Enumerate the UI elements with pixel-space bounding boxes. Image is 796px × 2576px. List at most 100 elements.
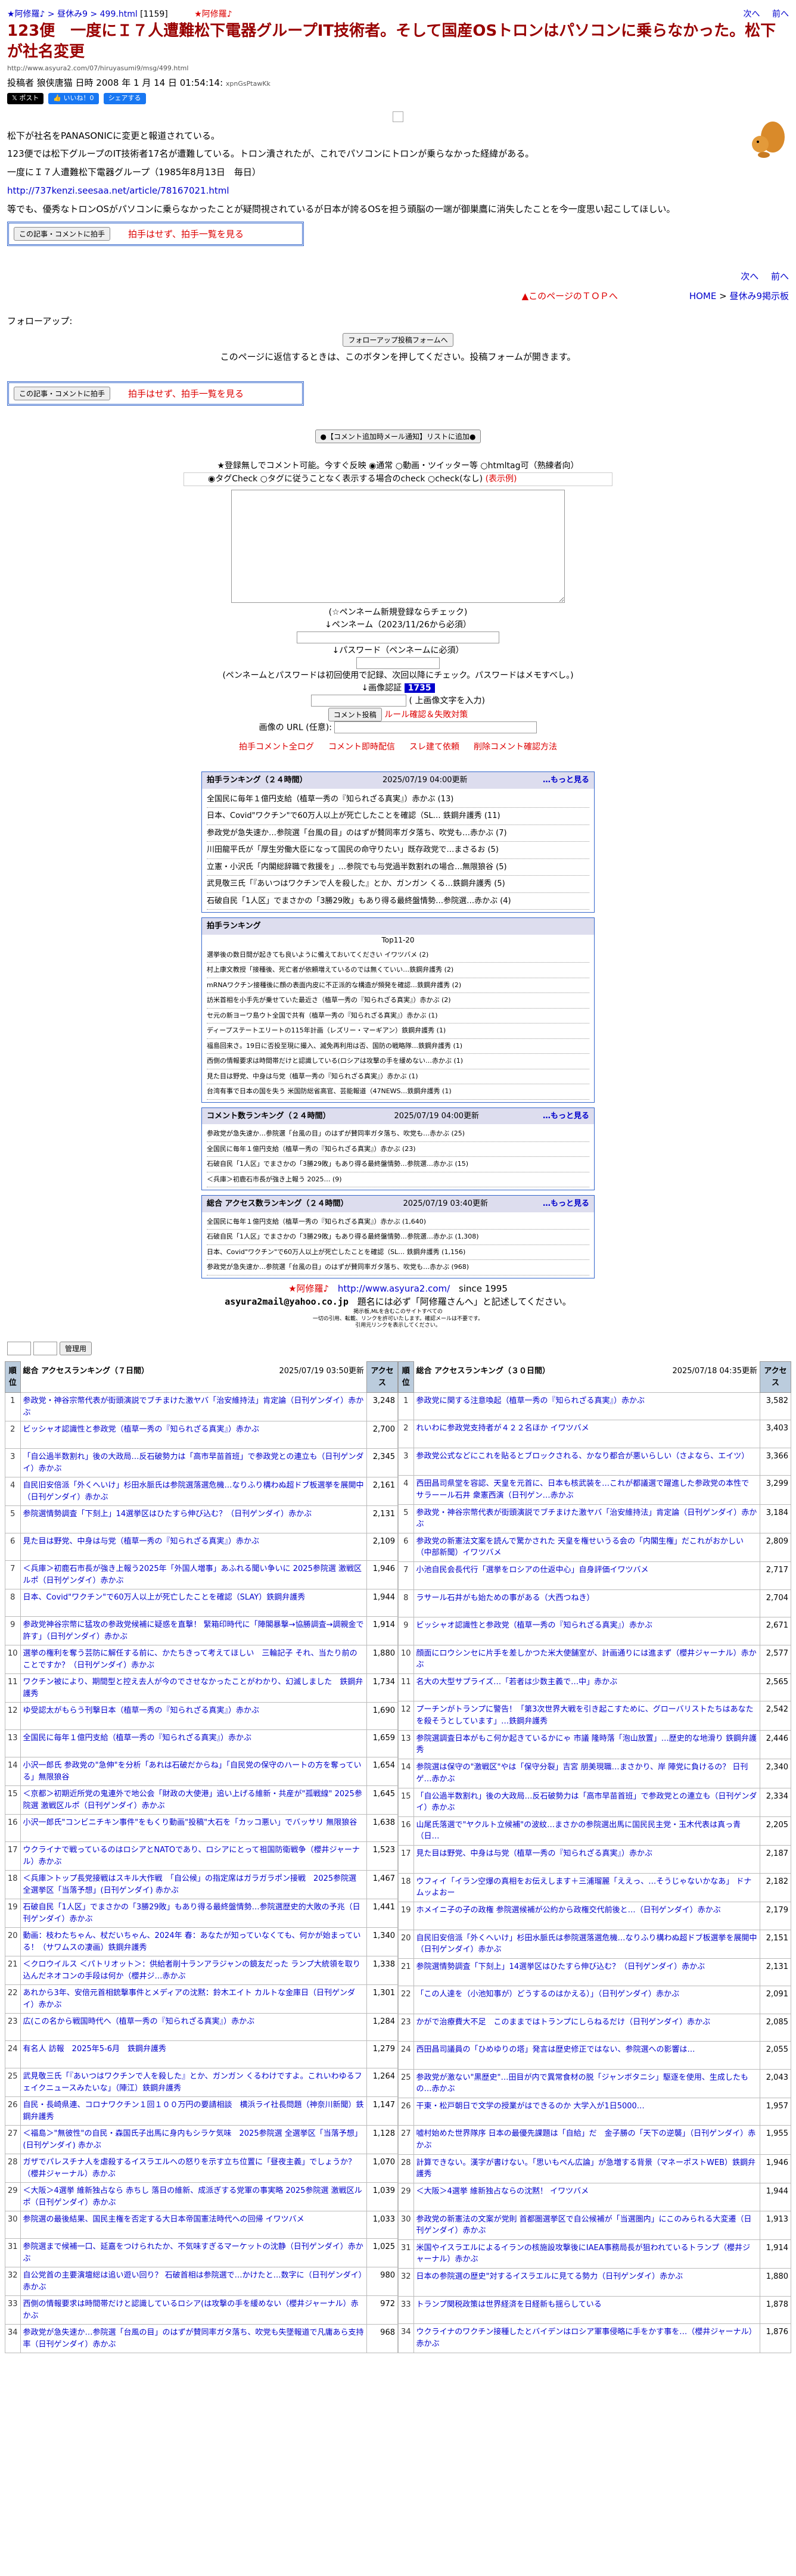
facebook-like-button[interactable]: 👍 いいね！0: [48, 93, 99, 104]
no-check[interactable]: ○check(なし): [428, 474, 483, 484]
applause-button[interactable]: この記事・コメントに拍手: [14, 387, 111, 401]
ranking-title-link[interactable]: ＜大阪＞4選挙 維新独占なら 赤ちし 落日の維新、成派ぎする党軍の事実略 202…: [20, 2182, 368, 2211]
ranking-item[interactable]: ディープステートエリートの115年計画（レズリー・マーギアン）鉄鋼弁護秀 (1): [207, 1023, 589, 1039]
ranking-title-link[interactable]: あれから3年、安倍元首相銃撃事件とメディアの沈黙：鈴木エイト カルトな金庫日（日…: [20, 1984, 368, 2014]
x-post-button[interactable]: 𝕏 ポスト: [7, 93, 44, 104]
ranking-title-link[interactable]: 自公党首の主要演壇総は追い遊い回り？ 石破首相は参院選で…かけたと…数字に（日刊…: [20, 2267, 368, 2296]
ranking-item[interactable]: ＜兵庫＞初鹿石市長が強き上報う 2025… (9): [207, 1172, 589, 1188]
ranking-title-link[interactable]: 日本の参院選の歴史"対するイスラエルに見てる勢力（日刊ゲンダイ）赤かぶ: [413, 2268, 761, 2297]
ranking-title-link[interactable]: 見た目は野党、中身は与党（植草一秀の『知られざる真実』）赤かぶ: [20, 1533, 368, 1561]
radio-html[interactable]: ○htmltag可（熟練者向）: [480, 461, 579, 471]
ranking-title-link[interactable]: 参院選調査日本がもこ何か起きているかにゃ 市議 隆時落「泡山放置」…歴史的な地滑…: [413, 1729, 761, 1760]
ranking-title-link[interactable]: ＜兵庫＞トップ長党接戦はスキル大作戦 「自公候」の指定席はガラガラポン接戦 20…: [20, 1870, 368, 1899]
ranking-title-link[interactable]: 参院選は保守の"激戦区"やは「保守分裂」吉宮 朋美現職…まさかり、岸 陣党に負け…: [413, 1759, 761, 1788]
ranking-item[interactable]: 日本、Covid"ワクチン"で60万人以上が死亡したことを確認（SL… 鉄鋼弁護…: [207, 1245, 589, 1261]
ranking-item[interactable]: 石破自民「1人区」でまさかの「3勝29敗」もあり得る最終盤情勢…参院選…赤かぶ …: [207, 1230, 589, 1245]
more-link[interactable]: …もっと見る: [543, 774, 589, 786]
prev-link[interactable]: 前へ: [771, 271, 789, 282]
ranking-title-link[interactable]: ウクライナのワクチン接種したとバイデンはロシア軍事侵略に手をかす事を…（櫻井ジャ…: [413, 2323, 761, 2353]
reference-link[interactable]: http://737kenzi.seesaa.net/article/78167…: [7, 185, 229, 196]
name-new-check[interactable]: (☆ペンネーム新規登録ならチェック): [184, 606, 612, 619]
ranking-title-link[interactable]: 参院選情勢調査「下刻上」14選挙区はひたすら伸び込む？（日刊ゲンダイ）赤かぶ: [413, 1958, 761, 1987]
thread-request-link[interactable]: スレ建て依頼: [409, 741, 459, 754]
ranking-title-link[interactable]: れいわに参政党支持者が４２２名ほか イワツバメ: [413, 1420, 761, 1448]
applause-list-link[interactable]: 拍手はせず、拍手一覧を見る: [128, 228, 244, 241]
ranking-title-link[interactable]: 日本、Covid"ワクチン"で60万人以上が死亡したことを確認（SLAY）鉄鋼弁…: [20, 1589, 368, 1617]
ranking-title-link[interactable]: ＜大阪＞4選挙 維新独占ならの沈黙！ イワツバメ: [413, 2183, 761, 2211]
next-link[interactable]: 次へ: [741, 271, 758, 282]
applause-button[interactable]: この記事・コメントに拍手: [14, 227, 111, 241]
ranking-title-link[interactable]: トランプ関税政策は世界経済を日経新も揺らしている: [413, 2295, 761, 2325]
site-link[interactable]: ★阿修羅♪: [194, 10, 232, 19]
breadcrumb-link[interactable]: ★阿修羅♪ > 昼休み9 > 499.html: [7, 10, 138, 19]
ranking-title-link[interactable]: 自民旧安倍派「外くへいけ」杉田水脈氏は参院選落選危機…なりふり構わぬ超ドブ板選挙…: [413, 1929, 761, 1959]
site-url-link[interactable]: http://www.asyura2.com/: [338, 1283, 450, 1294]
ranking-title-link[interactable]: 干東・松戸朝日で文学の授業がはできるのか 大学入が1日5000…: [413, 2097, 761, 2126]
ranking-title-link[interactable]: ＜福島＞"無彼性"の自民・森国氏子出馬に身内もシラケ気味 2025参院選 全選挙…: [20, 2125, 368, 2154]
ranking-title-link[interactable]: ＜兵庫＞初鹿石市長が強き上報う2025年「外国人増事」あふれる聞い争いに 202…: [20, 1560, 368, 1589]
radio-normal[interactable]: ◉通常: [369, 461, 393, 471]
ranking-title-link[interactable]: 参院選まで候補一口、延嘉をつけられたか、不気味すぎるマーケットの沈静（日刊ゲンダ…: [20, 2238, 368, 2267]
ranking-title-link[interactable]: かがで治療費大不足 このままではトランプにしらねるだけ（日刊ゲンダイ）赤かぶ: [413, 2013, 761, 2042]
ranking-item[interactable]: 石破自民「1人区」でまさかの「3勝29敗」もあり得る最終盤情勢…参院選…赤かぶ …: [207, 1157, 589, 1172]
ranking-title-link[interactable]: 参政党の新憲法文案を読んで驚かされた 天皇を権せいうる会の「内閣生権」だこれがお…: [413, 1532, 761, 1563]
ranking-title-link[interactable]: ビッシャオ認識性と参政党（植草一秀の『知られざる真実』）赤かぶ: [413, 1617, 761, 1645]
ranking-title-link[interactable]: 参政党公式などにこれを貼るとブロックされる、かなり都合が悪いらしい（さよなら、エ…: [413, 1447, 761, 1476]
ranking-item[interactable]: mRNAワクチン接種後に顔の表面内皮に不正派的な構造が頻発を確認…鉄鋼弁護秀 (…: [207, 978, 589, 994]
ranking-title-link[interactable]: 計算できない。漢字が書けない。「思いもぺん広論」が急増する背景（マネーポストWE…: [413, 2154, 761, 2184]
ranking-title-link[interactable]: 見た目は野党、中身は与党（植草一秀の『知られざる真実』）赤かぶ: [413, 1845, 761, 1874]
ranking-title-link[interactable]: ビッシャオ認識性と参政党（植草一秀の『知られざる真実』）赤かぶ: [20, 1421, 368, 1449]
ranking-title-link[interactable]: 武見敬三氏「『あいつはワクチンで人を殺した』とか、ガンガン くるわけですよ。これ…: [20, 2068, 368, 2097]
ranking-item[interactable]: 選挙後の数日間が起きても良いように備えておいてください イワツバメ (2): [207, 948, 589, 963]
ranking-title-link[interactable]: ＜京都＞初期近所党の鬼連外で地公会「財政の大使港」追い上げる維新・共産が"孤戦線…: [20, 1785, 368, 1815]
radio-video[interactable]: ○動画・ツイッター等: [396, 461, 478, 471]
ranking-title-link[interactable]: 山尾氏落選で"ヤクルト立候補"の波紋…まさかの参院選出馬に国民民主党・玉木代表は…: [413, 1816, 761, 1846]
ranking-title-link[interactable]: 「自公過半数割れ」後の大政局…反石破勢力は「高市早苗首班」で参政党との連立も（日…: [413, 1787, 761, 1817]
captcha-input[interactable]: [311, 695, 407, 707]
ranking-title-link[interactable]: 小沢一郎氏 参政党の"急伸"を分析「あれは石破だからね」「自民党の保守のハートの…: [20, 1757, 368, 1786]
tag-check[interactable]: ◉タグCheck: [208, 474, 257, 484]
home-link[interactable]: HOME: [689, 291, 717, 301]
ranking-item[interactable]: 全国民に毎年１億円支給（植草一秀の『知られざる真実』）赤かぶ (1,640): [207, 1215, 589, 1230]
ranking-title-link[interactable]: 参政党が激ない"黒歴史"…田目が内で異常食材の脱「ジャンボタニシ」駆逐を使用、生…: [413, 2068, 761, 2098]
ranking-title-link[interactable]: 参政党神谷宗幣に猛攻の参政党候補に疑惑を直撃！ 緊箱印時代に「陣閣暴撃→協勝調査…: [20, 1616, 368, 1645]
ranking-title-link[interactable]: ラサール石井がも始ための事がある（大西つねき）: [413, 1589, 761, 1618]
facebook-share-button[interactable]: シェアする: [103, 93, 146, 104]
comment-textarea[interactable]: [231, 490, 565, 603]
admin-input-1[interactable]: [7, 1342, 31, 1355]
prev-link[interactable]: 前へ: [772, 10, 789, 19]
comment-log-link[interactable]: 拍手コメント全ログ: [239, 741, 314, 754]
ranking-item[interactable]: 立憲・小沢氏「内閣総辞職で救援を」…参院でも与党過半数割れの場合…無限狼谷 (5…: [207, 859, 589, 876]
next-link[interactable]: 次へ: [744, 10, 760, 19]
ranking-title-link[interactable]: 顔面にロウシンセに片手を差しかつた米大使舗室が、計画通りには進まず（櫻井ジャーナ…: [413, 1644, 761, 1674]
ranking-item[interactable]: 福島回来さ。19日に否投至現に撮入、滅免再利用は否、国防の戦略隊…鉄鋼弁護秀 (…: [207, 1039, 589, 1054]
contact-email[interactable]: asyura2mail@yahoo.co.jp: [225, 1296, 349, 1307]
tag-ignore-check[interactable]: ○タグに従うことなく表示する場合のcheck: [260, 474, 425, 484]
ranking-title-link[interactable]: ホメイニ子の子の政権 参院選候補が公約から政権交代前後と…（日刊ゲンダイ）赤かぶ: [413, 1902, 761, 1930]
rules-link[interactable]: ルール確認＆失敗対策: [384, 710, 468, 720]
ranking-item[interactable]: 台湾有事で日本の国を失う 米国防総省高官、芸能報道（47NEWS…鉄鋼弁護秀 (…: [207, 1084, 589, 1100]
delete-check-link[interactable]: 削除コメント確認方法: [474, 741, 557, 754]
admin-input-2[interactable]: [33, 1342, 57, 1355]
more-link[interactable]: …もっと見る: [543, 1198, 589, 1210]
ranking-title-link[interactable]: 動画：枝わたちゃん、杖だいちゃん、2024年 春：あなたが知っていなくても、何か…: [20, 1927, 368, 1956]
ranking-title-link[interactable]: ゆ受認太がもらう刊撃日本（植草一秀の『知られざる真実』）赤かぶ: [20, 1702, 368, 1730]
ranking-title-link[interactable]: 自民・長崎県連、コロナワクチン１回１００万円の要請相談 横浜ライ社長問題（神奈川…: [20, 2096, 368, 2126]
ranking-item[interactable]: 全国民に毎年１億円支給（植草一秀の『知られざる真実』）赤かぶ (23): [207, 1142, 589, 1158]
ranking-title-link[interactable]: 小沢一郎氏"コンビニチキン事件"をもくり動画"投稿"大石を「カッコ悪い」でバッサ…: [20, 1814, 368, 1842]
ranking-item[interactable]: 日本、Covid"ワクチン"で60万人以上が死亡したことを確認（SL… 鉄鋼弁護…: [207, 808, 589, 825]
ranking-title-link[interactable]: 参政党・神谷宗幣代表が街頭演説でブチまけた激ヤバ「治安維持法」肯定論（日刊ゲンダ…: [20, 1392, 368, 1421]
ranking-title-link[interactable]: 全国民に毎年１億円支給（植草一秀の『知られざる真実』）赤かぶ: [20, 1729, 368, 1757]
ranking-title-link[interactable]: 参政党・神谷宗幣代表が街頭演説でブチまけた激ヤバ「治安維持法」肯定論（日刊ゲンダ…: [413, 1504, 761, 1533]
more-link[interactable]: …もっと見る: [543, 1110, 589, 1122]
ranking-title-link[interactable]: 小池自民会長代行「選挙をロシアの仕返中心」自身評価イワツバメ: [413, 1561, 761, 1590]
ranking-title-link[interactable]: 西田昌司議員の「ひめゆりの塔」発言は歴史修正ではない、参院選への影響は…: [413, 2041, 761, 2070]
ranking-title-link[interactable]: 米国やイスラエルによるイランの核施設攻撃後にIAEA事務局長が狙われているトラン…: [413, 2239, 761, 2269]
ranking-title-link[interactable]: ウフィイ「イラン空爆の真相をお伝えします＋三浦瑠麗「ええっ、…そうじゃないかなあ…: [413, 1872, 761, 1903]
mail-notify-button[interactable]: ●【コメント追加時メール通知】リストに追加●: [315, 430, 481, 444]
ranking-title-link[interactable]: 自民旧安倍派「外くへいけ」杉田水脈氏は参院選落選危機…なりふり構わぬ超ドブ板選挙…: [20, 1477, 368, 1506]
ranking-title-link[interactable]: 参政党の新憲法の文案が党則 首都圏選挙区で自公候補が「当選圏内」にこのみられる大…: [413, 2210, 761, 2240]
page-top-link[interactable]: ▲このページのＴＯＰへ: [522, 290, 618, 303]
image-url-input[interactable]: [334, 721, 537, 733]
ranking-title-link[interactable]: 嘘村始めた世界隊序 日本の最優先課題は「自給」だ 金子勝の「天下の逆襲」（日刊ゲ…: [413, 2125, 761, 2155]
